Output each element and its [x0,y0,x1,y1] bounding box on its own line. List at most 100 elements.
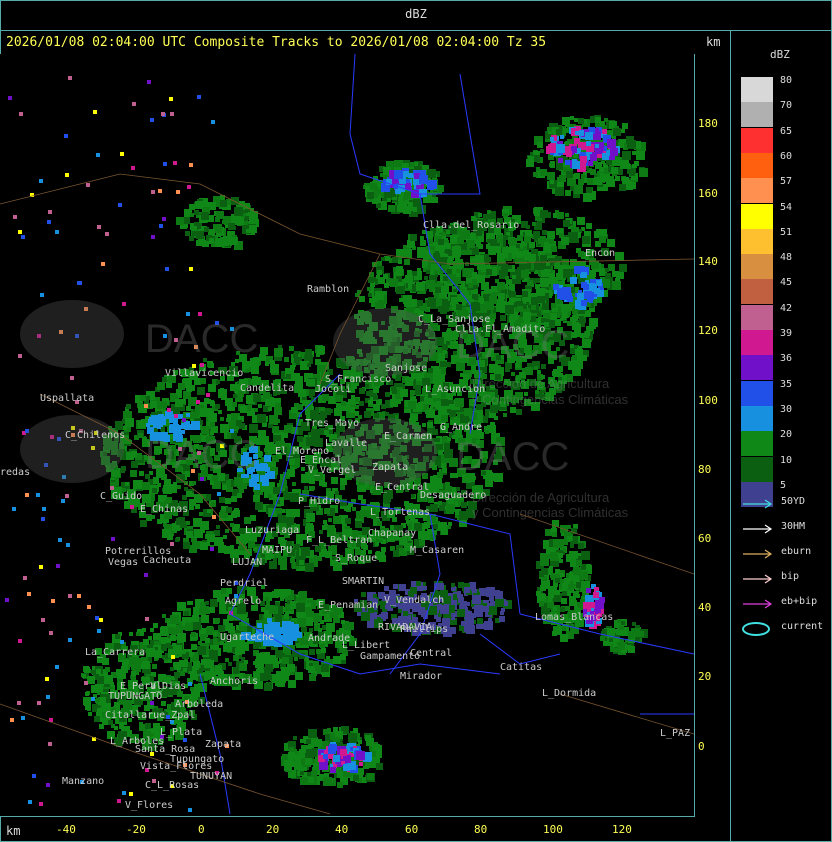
place-label: TUPUNGATO [108,691,163,702]
place-label: Jocoli [315,384,352,395]
y-tick-label: 100 [698,394,718,407]
x-tick-label: 0 [198,823,205,836]
place-label: Uspallata [40,393,95,404]
legend-level-label: 80 [780,75,793,86]
x-tick-label: 100 [543,823,563,836]
place-label: Vegas [108,557,139,568]
legend-level-label: 10 [780,454,793,466]
track-label: current [781,621,824,632]
place-label: Ugarteche [220,632,275,643]
place-label: Tupungato [170,754,225,765]
x-tick-label: 120 [612,823,632,836]
place-label: V_Vendalch [384,595,445,606]
legend-swatch [741,279,773,305]
x-tick-label: 20 [266,823,280,836]
place-label: Phillips [400,624,449,635]
place-label: Clla.El_Amadito [455,324,546,335]
arrow-icon [743,524,773,534]
track-legend-item: eburn [741,546,831,560]
place-label: Encon [585,248,616,259]
legend-swatch [741,380,773,406]
place-label: Luzuriaga [245,525,300,536]
track-label: bip [781,571,800,582]
place-label: C_Guido [100,491,143,502]
legend-swatch [741,127,773,153]
y-tick-label: 0 [698,740,705,753]
place-label: Anchoris [210,676,259,687]
track-label: eburn [781,546,812,557]
track-label: eb+bip [781,596,818,607]
legend-swatch [741,228,773,254]
legend-level-label: 36 [780,353,793,365]
place-label: V_Flores [125,800,174,811]
legend-level-label: 5 [780,479,787,491]
place-label: Arboleda [175,699,224,710]
arrow-icon [743,574,773,584]
place-label: Zapata [205,739,242,750]
legend-level-label: 42 [780,302,793,314]
y-tick-label: 120 [698,324,718,337]
place-label: Ramblon [307,284,350,295]
track-legend-item: 50YD [741,496,831,510]
place-label: redas [0,467,31,478]
legend-level-label: 35 [780,378,793,390]
place-label: Candelita [240,383,295,394]
track-legend-item: current [741,621,831,636]
place-label: Zapata [372,462,409,473]
place-label: Lavalle [325,438,368,449]
radar-map[interactable]: DACC DACC Dirección de Agricultura y Con… [0,54,695,817]
place-label: V_Vergel [308,465,357,476]
legend-level-label: 48 [780,252,793,264]
y-tick-label: 140 [698,255,718,268]
legend-swatch [741,254,773,280]
place-label: F_L_Beltran [306,535,373,546]
track-label: 30HM [781,521,806,532]
place-label: La_Carrera [85,647,146,658]
watermark-brand-1: DACC [145,317,258,361]
watermark-brand-3: DACC [145,433,258,477]
place-label: Perdriel [220,578,269,589]
dacc-logo-icon [20,300,124,368]
legend-title: dBZ [770,48,790,61]
dacc-logo-icon [20,415,124,483]
place-label: E_Chinas [140,504,189,515]
x-tick-label: -40 [56,823,76,836]
window-title: dBZ [405,7,427,21]
legend-level-label: 39 [780,328,793,339]
place-label: MAIPU [262,545,293,556]
place-label: TUNUYAN [190,771,233,782]
watermark-brand-4: DACC [456,435,569,479]
track-legend-item: bip [741,571,831,585]
place-label: M_Casaren [410,545,465,556]
place-label: Mirador [400,671,443,682]
track-label: 50YD [781,496,806,507]
place-label: Citallarue_Zpal [105,710,196,721]
legend-swatch [741,405,773,431]
place-label: E_Carmen [384,431,433,442]
place-label: Lomas_Blancas [535,612,614,623]
y-tick-label: 20 [698,670,712,683]
x-tick-label: 60 [405,823,419,836]
x-tick-label: 40 [335,823,349,836]
y-tick-label: 80 [698,463,712,476]
arrow-icon [743,499,773,509]
legend-swatch [741,330,773,355]
legend-level-label: 54 [780,201,793,213]
arrow-icon [743,599,773,609]
legend-level-label: 20 [780,429,793,441]
legend-swatch [741,178,773,204]
place-label: Clla.del_Rosario [423,220,520,231]
track-legend-item: eb+bip [741,596,831,610]
legend-level-label: 57 [780,176,793,188]
place-label: L_Asuncion [425,384,486,395]
legend-level-label: 60 [780,150,793,162]
composite-tracks-subtitle: 2026/01/08 02:04:00 UTC Composite Tracks… [6,35,547,50]
place-label: L_Tortenas [370,507,431,518]
place-label: G_Andre [440,422,483,433]
place-label: Villavicencio [165,368,244,379]
legend-swatch [741,102,773,128]
place-label: L_Dormida [542,688,597,699]
place-label: P_Hidro [298,496,341,507]
km-unit-bottom: km [6,824,21,838]
watermark-line2-b: y Contingencias Climáticas [472,505,629,520]
